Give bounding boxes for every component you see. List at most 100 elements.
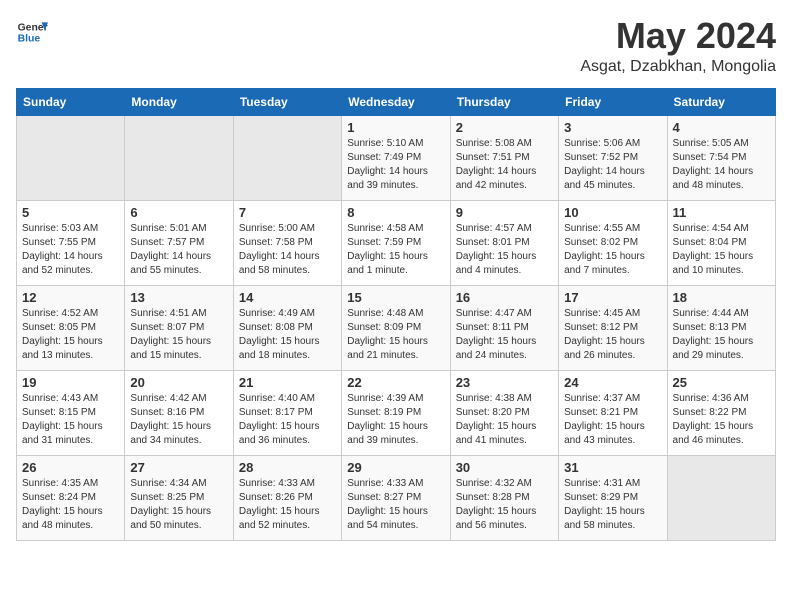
calendar-cell: 2 Sunrise: 5:08 AM Sunset: 7:51 PM Daylig… (450, 115, 558, 200)
calendar-cell: 10 Sunrise: 4:55 AM Sunset: 8:02 PM Dayli… (559, 200, 667, 285)
day-number: 27 (130, 460, 227, 475)
day-info: Sunrise: 4:57 AM Sunset: 8:01 PM Dayligh… (456, 222, 553, 278)
calendar-cell: 3 Sunrise: 5:06 AM Sunset: 7:52 PM Daylig… (559, 115, 667, 200)
day-number: 7 (239, 205, 336, 220)
day-number: 15 (347, 290, 444, 305)
day-info: Sunrise: 4:36 AM Sunset: 8:22 PM Dayligh… (673, 392, 770, 448)
day-number: 1 (347, 120, 444, 135)
calendar-cell: 17 Sunrise: 4:45 AM Sunset: 8:12 PM Dayli… (559, 285, 667, 370)
day-number: 6 (130, 205, 227, 220)
day-number: 30 (456, 460, 553, 475)
calendar-cell (233, 115, 341, 200)
day-number: 17 (564, 290, 661, 305)
day-number: 21 (239, 375, 336, 390)
calendar-cell: 13 Sunrise: 4:51 AM Sunset: 8:07 PM Dayli… (125, 285, 233, 370)
calendar-table: SundayMondayTuesdayWednesdayThursdayFrid… (16, 88, 776, 541)
day-info: Sunrise: 4:31 AM Sunset: 8:29 PM Dayligh… (564, 477, 661, 533)
day-info: Sunrise: 5:10 AM Sunset: 7:49 PM Dayligh… (347, 137, 444, 193)
calendar-cell: 31 Sunrise: 4:31 AM Sunset: 8:29 PM Dayli… (559, 455, 667, 540)
day-info: Sunrise: 5:08 AM Sunset: 7:51 PM Dayligh… (456, 137, 553, 193)
day-info: Sunrise: 4:33 AM Sunset: 8:26 PM Dayligh… (239, 477, 336, 533)
calendar-cell: 19Sunrise: 4:43 AM Sunset: 8:15 PM Dayli… (17, 370, 125, 455)
day-info: Sunrise: 4:58 AM Sunset: 7:59 PM Dayligh… (347, 222, 444, 278)
weekday-header-saturday: Saturday (667, 88, 775, 115)
day-info: Sunrise: 4:33 AM Sunset: 8:27 PM Dayligh… (347, 477, 444, 533)
day-info: Sunrise: 4:38 AM Sunset: 8:20 PM Dayligh… (456, 392, 553, 448)
logo: General Blue (16, 16, 48, 48)
day-info: Sunrise: 5:05 AM Sunset: 7:54 PM Dayligh… (673, 137, 770, 193)
logo-icon: General Blue (16, 16, 48, 48)
calendar-cell: 14 Sunrise: 4:49 AM Sunset: 8:08 PM Dayli… (233, 285, 341, 370)
day-number: 23 (456, 375, 553, 390)
day-info: Sunrise: 4:35 AM Sunset: 8:24 PM Dayligh… (22, 477, 119, 533)
day-number: 12 (22, 290, 119, 305)
day-number: 9 (456, 205, 553, 220)
calendar-cell (667, 455, 775, 540)
day-info: Sunrise: 4:51 AM Sunset: 8:07 PM Dayligh… (130, 307, 227, 363)
day-number: 13 (130, 290, 227, 305)
calendar-cell: 25Sunrise: 4:36 AM Sunset: 8:22 PM Dayli… (667, 370, 775, 455)
weekday-header-tuesday: Tuesday (233, 88, 341, 115)
calendar-cell: 4 Sunrise: 5:05 AM Sunset: 7:54 PM Daylig… (667, 115, 775, 200)
calendar-cell: 16Sunrise: 4:47 AM Sunset: 8:11 PM Dayli… (450, 285, 558, 370)
weekday-header-monday: Monday (125, 88, 233, 115)
calendar-cell: 6Sunrise: 5:01 AM Sunset: 7:57 PM Daylig… (125, 200, 233, 285)
location: Asgat, Dzabkhan, Mongolia (580, 58, 776, 76)
day-number: 5 (22, 205, 119, 220)
day-number: 8 (347, 205, 444, 220)
calendar-week-row: 5 Sunrise: 5:03 AM Sunset: 7:55 PM Daylig… (17, 200, 776, 285)
calendar-cell: 15 Sunrise: 4:48 AM Sunset: 8:09 PM Dayli… (342, 285, 450, 370)
day-info: Sunrise: 4:32 AM Sunset: 8:28 PM Dayligh… (456, 477, 553, 533)
day-number: 28 (239, 460, 336, 475)
calendar-week-row: 1 Sunrise: 5:10 AM Sunset: 7:49 PM Daylig… (17, 115, 776, 200)
day-number: 24 (564, 375, 661, 390)
weekday-header-thursday: Thursday (450, 88, 558, 115)
calendar-cell: 7 Sunrise: 5:00 AM Sunset: 7:58 PM Daylig… (233, 200, 341, 285)
calendar-cell: 11 Sunrise: 4:54 AM Sunset: 8:04 PM Dayli… (667, 200, 775, 285)
calendar-cell: 8 Sunrise: 4:58 AM Sunset: 7:59 PM Daylig… (342, 200, 450, 285)
day-number: 29 (347, 460, 444, 475)
calendar-cell: 22 Sunrise: 4:39 AM Sunset: 8:19 PM Dayli… (342, 370, 450, 455)
day-number: 31 (564, 460, 661, 475)
day-number: 11 (673, 205, 770, 220)
day-number: 10 (564, 205, 661, 220)
calendar-week-row: 26 Sunrise: 4:35 AM Sunset: 8:24 PM Dayli… (17, 455, 776, 540)
day-info: Sunrise: 4:45 AM Sunset: 8:12 PM Dayligh… (564, 307, 661, 363)
day-info: Sunrise: 5:03 AM Sunset: 7:55 PM Dayligh… (22, 222, 119, 278)
day-info: Sunrise: 4:54 AM Sunset: 8:04 PM Dayligh… (673, 222, 770, 278)
day-number: 2 (456, 120, 553, 135)
title-block: May 2024 Asgat, Dzabkhan, Mongolia (580, 16, 776, 76)
page-header: General Blue May 2024 Asgat, Dzabkhan, M… (16, 16, 776, 76)
calendar-cell: 21 Sunrise: 4:40 AM Sunset: 8:17 PM Dayli… (233, 370, 341, 455)
calendar-cell: 27 Sunrise: 4:34 AM Sunset: 8:25 PM Dayli… (125, 455, 233, 540)
day-info: Sunrise: 4:49 AM Sunset: 8:08 PM Dayligh… (239, 307, 336, 363)
day-info: Sunrise: 4:48 AM Sunset: 8:09 PM Dayligh… (347, 307, 444, 363)
weekday-header-sunday: Sunday (17, 88, 125, 115)
weekday-header-wednesday: Wednesday (342, 88, 450, 115)
day-info: Sunrise: 4:34 AM Sunset: 8:25 PM Dayligh… (130, 477, 227, 533)
day-info: Sunrise: 4:55 AM Sunset: 8:02 PM Dayligh… (564, 222, 661, 278)
calendar-cell: 30 Sunrise: 4:32 AM Sunset: 8:28 PM Dayli… (450, 455, 558, 540)
day-number: 4 (673, 120, 770, 135)
day-info: Sunrise: 5:00 AM Sunset: 7:58 PM Dayligh… (239, 222, 336, 278)
day-number: 3 (564, 120, 661, 135)
day-number: 26 (22, 460, 119, 475)
day-info: Sunrise: 5:06 AM Sunset: 7:52 PM Dayligh… (564, 137, 661, 193)
calendar-cell: 12 Sunrise: 4:52 AM Sunset: 8:05 PM Dayli… (17, 285, 125, 370)
day-info: Sunrise: 4:40 AM Sunset: 8:17 PM Dayligh… (239, 392, 336, 448)
day-number: 22 (347, 375, 444, 390)
day-info: Sunrise: 4:47 AM Sunset: 8:11 PM Dayligh… (456, 307, 553, 363)
day-info: Sunrise: 4:52 AM Sunset: 8:05 PM Dayligh… (22, 307, 119, 363)
day-info: Sunrise: 4:39 AM Sunset: 8:19 PM Dayligh… (347, 392, 444, 448)
calendar-cell: 26 Sunrise: 4:35 AM Sunset: 8:24 PM Dayli… (17, 455, 125, 540)
calendar-cell (125, 115, 233, 200)
calendar-week-row: 19Sunrise: 4:43 AM Sunset: 8:15 PM Dayli… (17, 370, 776, 455)
calendar-cell: 5 Sunrise: 5:03 AM Sunset: 7:55 PM Daylig… (17, 200, 125, 285)
calendar-cell: 20Sunrise: 4:42 AM Sunset: 8:16 PM Dayli… (125, 370, 233, 455)
day-number: 18 (673, 290, 770, 305)
calendar-cell: 29 Sunrise: 4:33 AM Sunset: 8:27 PM Dayli… (342, 455, 450, 540)
day-number: 14 (239, 290, 336, 305)
calendar-cell: 1 Sunrise: 5:10 AM Sunset: 7:49 PM Daylig… (342, 115, 450, 200)
day-info: Sunrise: 4:42 AM Sunset: 8:16 PM Dayligh… (130, 392, 227, 448)
day-info: Sunrise: 4:37 AM Sunset: 8:21 PM Dayligh… (564, 392, 661, 448)
